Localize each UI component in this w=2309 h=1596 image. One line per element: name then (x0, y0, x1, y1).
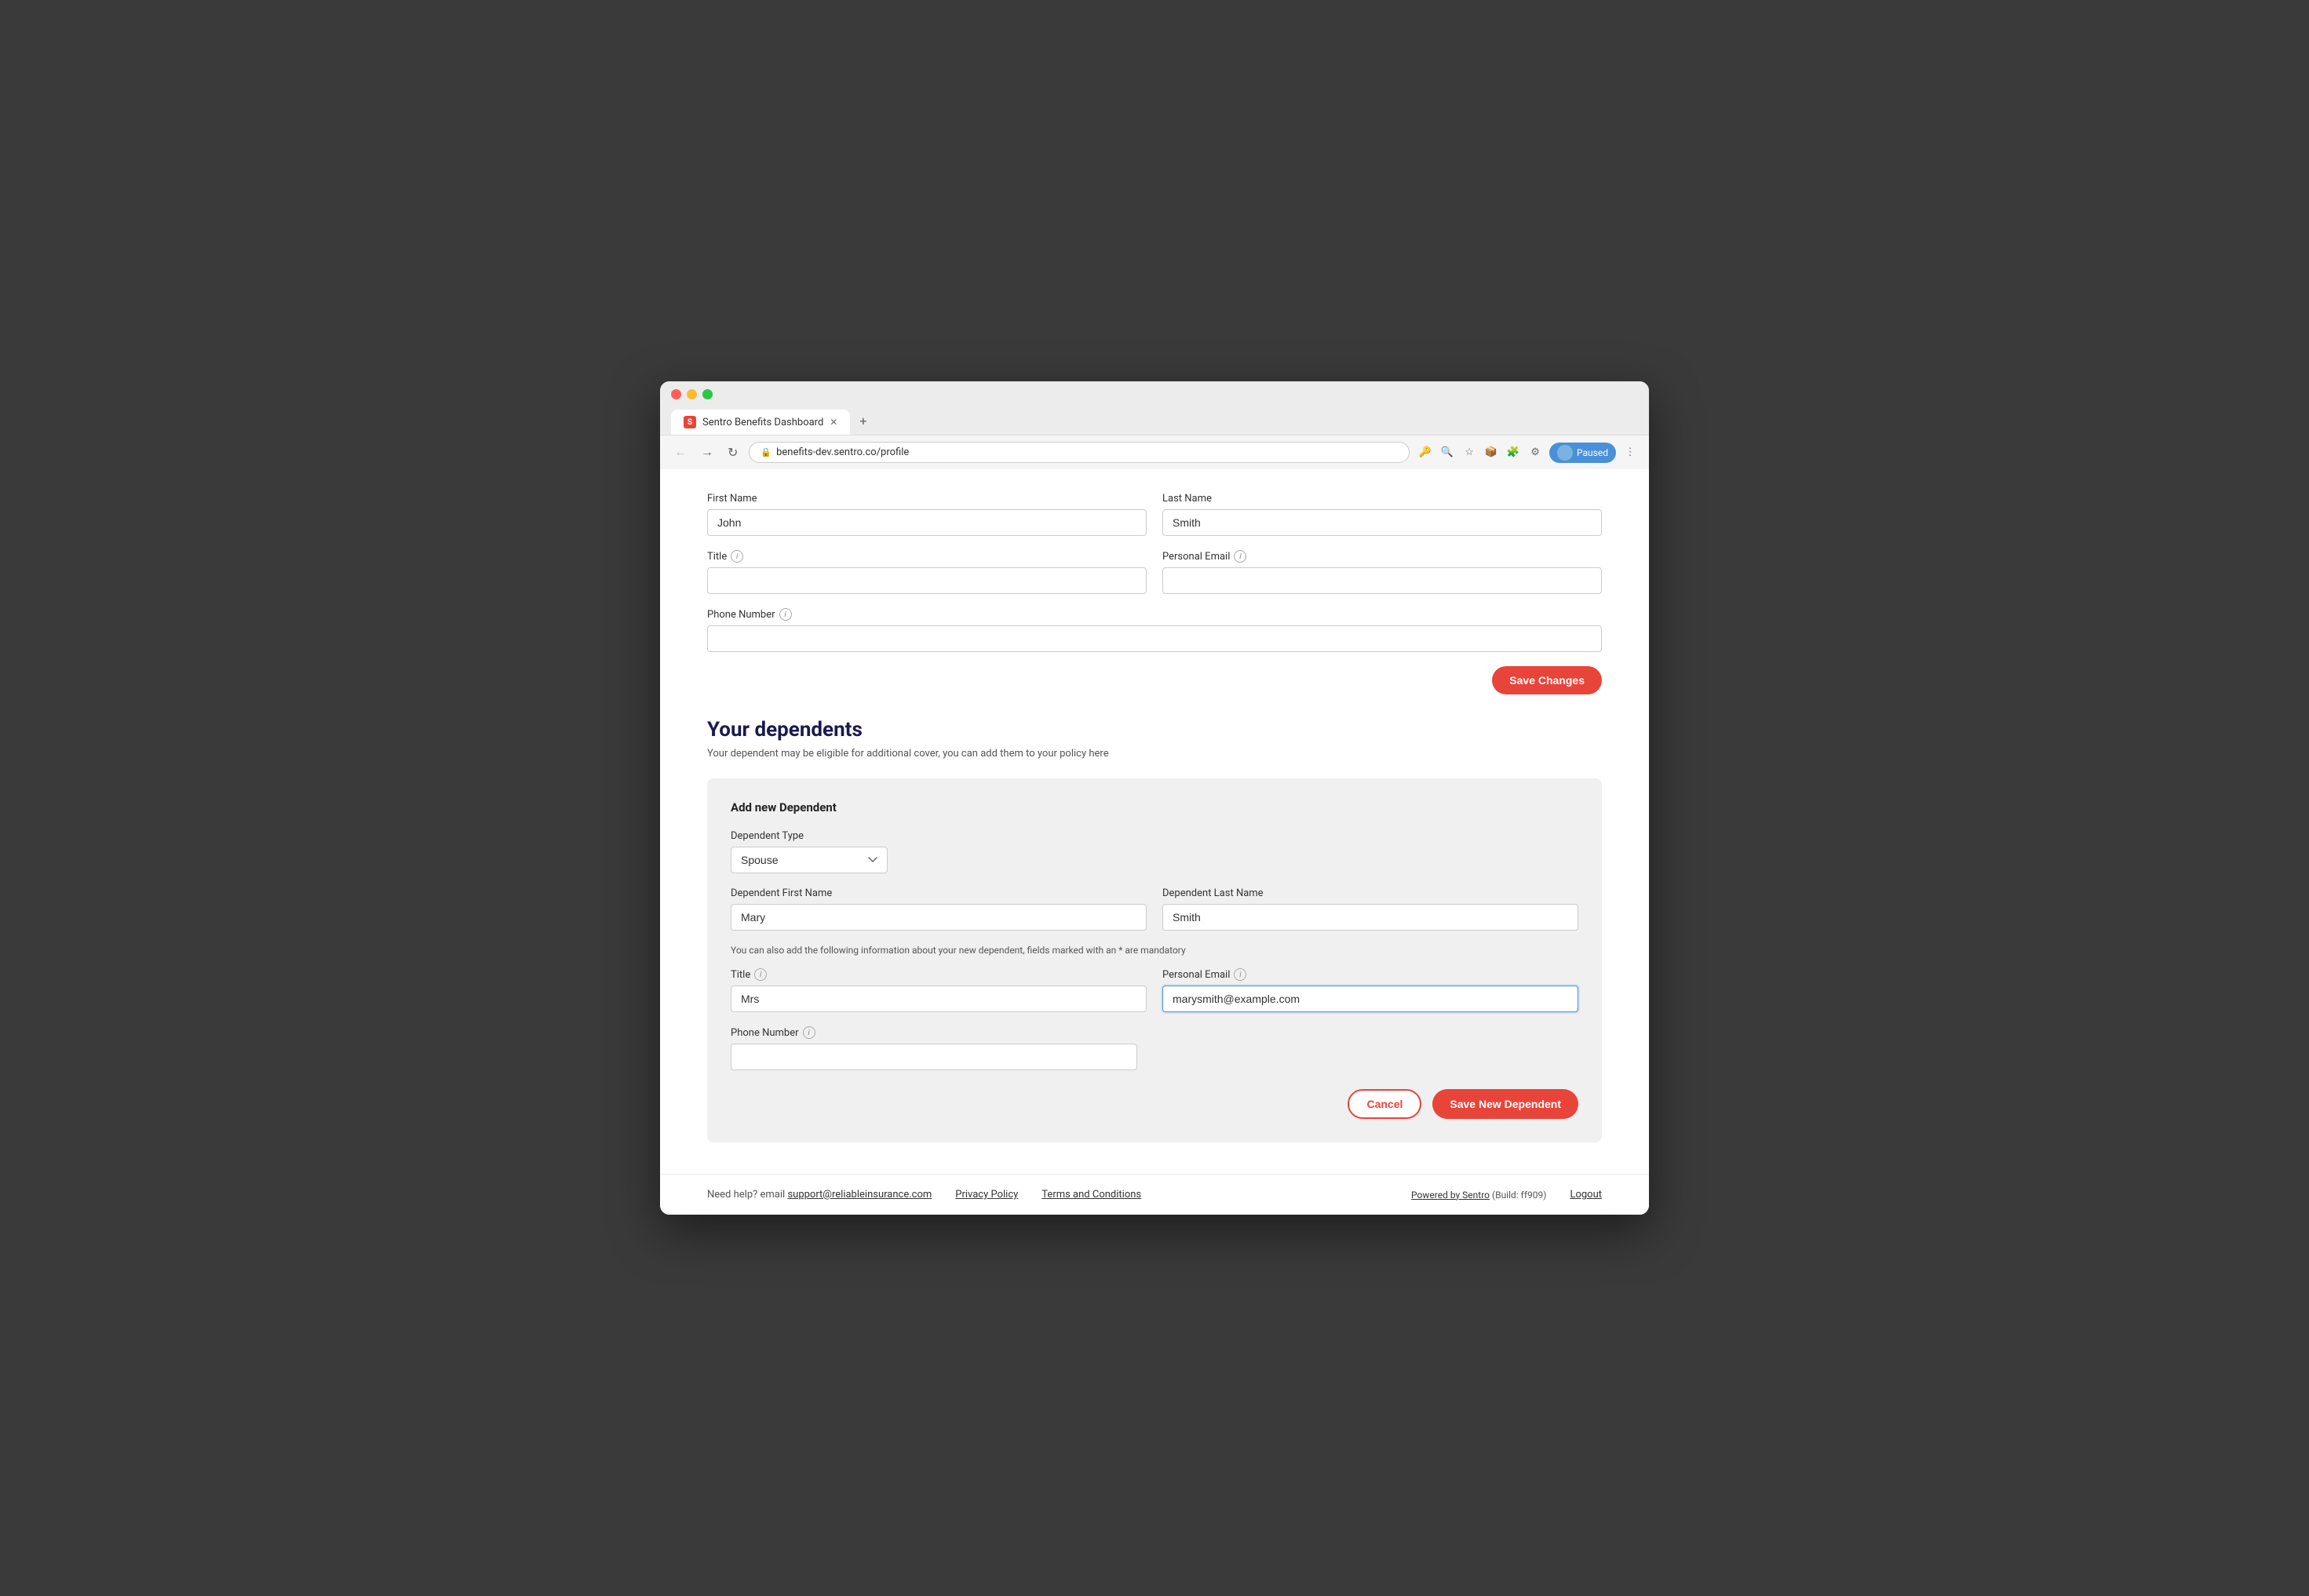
url-text: benefits-dev.sentro.co/profile (776, 446, 909, 458)
save-dependent-button[interactable]: Save New Dependent (1432, 1089, 1578, 1119)
browser-toolbar: ← → ↻ 🔒 benefits-dev.sentro.co/profile 🔑… (660, 435, 1649, 469)
phone-row: Phone Number i (707, 608, 1602, 652)
extension-icon[interactable]: 📦 (1483, 445, 1499, 461)
page-content: First Name Last Name Title i (660, 469, 1649, 1174)
dep-first-name-label: Dependent First Name (731, 887, 1147, 899)
zoom-icon[interactable]: 🔍 (1439, 445, 1455, 461)
traffic-lights (671, 389, 1638, 399)
optional-note: You can also add the following informati… (731, 945, 1578, 956)
title-info-icon: i (731, 550, 743, 563)
footer-email-link[interactable]: support@reliableinsurance.com (787, 1189, 932, 1201)
first-name-group: First Name (707, 493, 1147, 536)
footer-help: Need help? email support@reliableinsuran… (707, 1189, 932, 1201)
dependent-type-row: Dependent Type Spouse Child Partner Othe… (731, 830, 1578, 873)
card-title: Add new Dependent (731, 800, 1578, 814)
browser-tabs: S Sentro Benefits Dashboard ✕ + (671, 407, 1638, 435)
key-icon[interactable]: 🔑 (1417, 445, 1433, 461)
back-button[interactable]: ← (671, 444, 690, 461)
avatar (1557, 445, 1573, 461)
dep-last-name-input[interactable] (1162, 904, 1578, 931)
dependent-type-label: Dependent Type (731, 830, 888, 842)
extensions-icon[interactable]: ⚙ (1527, 445, 1543, 461)
card-actions: Cancel Save New Dependent (731, 1089, 1578, 1119)
title-label: Title i (707, 550, 1147, 563)
dep-phone-group: Phone Number i (731, 1026, 1137, 1070)
dep-title-info-icon: i (754, 968, 767, 981)
forward-button[interactable]: → (698, 444, 717, 461)
dep-phone-row: Phone Number i (731, 1026, 1578, 1070)
privacy-policy-link[interactable]: Privacy Policy (955, 1189, 1018, 1201)
phone-group: Phone Number i (707, 608, 1602, 652)
phone-label: Phone Number i (707, 608, 1602, 621)
powered-by: Powered by Sentro (Build: ff909) (1411, 1190, 1546, 1201)
dep-title-group: Title i (731, 968, 1147, 1012)
dep-last-name-group: Dependent Last Name (1162, 887, 1578, 931)
logout-link[interactable]: Logout (1570, 1189, 1602, 1201)
title-email-row: Title i Personal Email i (707, 550, 1602, 594)
personal-email-input[interactable] (1162, 567, 1602, 594)
maximize-button[interactable] (702, 389, 713, 399)
dep-title-email-row: Title i Personal Email i (731, 968, 1578, 1012)
close-button[interactable] (671, 389, 681, 399)
personal-email-group: Personal Email i (1162, 550, 1602, 594)
first-name-input[interactable] (707, 509, 1147, 536)
dependent-type-select[interactable]: Spouse Child Partner Other (731, 847, 888, 873)
first-name-label: First Name (707, 493, 1147, 505)
profile-label: Paused (1577, 447, 1608, 458)
page-footer: Need help? email support@reliableinsuran… (660, 1174, 1649, 1215)
dep-first-name-group: Dependent First Name (731, 887, 1147, 931)
lock-icon: 🔒 (761, 447, 771, 457)
profile-form-section: First Name Last Name Title i (707, 493, 1602, 694)
dependent-card: Add new Dependent Dependent Type Spouse … (707, 778, 1602, 1142)
dep-title-input[interactable] (731, 986, 1147, 1012)
last-name-group: Last Name (1162, 493, 1602, 536)
dep-email-info-icon: i (1234, 968, 1246, 981)
section-subtitle: Your dependent may be eligible for addit… (707, 748, 1602, 760)
tab-title: Sentro Benefits Dashboard (702, 417, 823, 428)
tab-close-icon[interactable]: ✕ (830, 417, 837, 428)
last-name-input[interactable] (1162, 509, 1602, 536)
dependents-section: Your dependents Your dependent may be el… (707, 718, 1602, 1142)
new-tab-button[interactable]: + (852, 407, 874, 435)
dependent-type-group: Dependent Type Spouse Child Partner Othe… (731, 830, 888, 873)
personal-email-label: Personal Email i (1162, 550, 1602, 563)
save-changes-button[interactable]: Save Changes (1492, 666, 1602, 694)
cancel-button[interactable]: Cancel (1348, 1089, 1421, 1119)
address-bar[interactable]: 🔒 benefits-dev.sentro.co/profile (749, 442, 1410, 463)
terms-link[interactable]: Terms and Conditions (1041, 1189, 1141, 1201)
last-name-label: Last Name (1162, 493, 1602, 505)
dep-phone-info-icon: i (803, 1026, 815, 1039)
dependent-name-row: Dependent First Name Dependent Last Name (731, 887, 1578, 931)
dep-phone-input[interactable] (731, 1044, 1137, 1070)
dep-title-label: Title i (731, 968, 1147, 981)
title-input[interactable] (707, 567, 1147, 594)
puzzle-icon[interactable]: 🧩 (1505, 445, 1521, 461)
profile-badge[interactable]: Paused (1549, 443, 1616, 463)
tab-favicon: S (684, 416, 696, 428)
minimize-button[interactable] (687, 389, 697, 399)
star-icon[interactable]: ☆ (1461, 445, 1477, 461)
title-group: Title i (707, 550, 1147, 594)
refresh-button[interactable]: ↻ (724, 443, 741, 462)
section-title: Your dependents (707, 718, 1602, 742)
dep-email-input[interactable] (1162, 986, 1578, 1012)
toolbar-icons: 🔑 🔍 ☆ 📦 🧩 ⚙ Paused ⋮ (1417, 443, 1638, 463)
powered-link[interactable]: Powered by Sentro (1411, 1190, 1490, 1201)
phone-info-icon: i (779, 608, 792, 621)
email-info-icon: i (1234, 550, 1246, 563)
active-tab[interactable]: S Sentro Benefits Dashboard ✕ (671, 410, 850, 435)
dep-first-name-input[interactable] (731, 904, 1147, 931)
menu-icon[interactable]: ⋮ (1622, 445, 1638, 461)
dep-email-group: Personal Email i (1162, 968, 1578, 1012)
browser-chrome: S Sentro Benefits Dashboard ✕ + (660, 381, 1649, 435)
dep-phone-label: Phone Number i (731, 1026, 1137, 1039)
dep-last-name-label: Dependent Last Name (1162, 887, 1578, 899)
phone-input[interactable] (707, 625, 1602, 652)
dep-email-label: Personal Email i (1162, 968, 1578, 981)
browser-window: S Sentro Benefits Dashboard ✕ + ← → ↻ 🔒 … (660, 381, 1649, 1215)
name-row: First Name Last Name (707, 493, 1602, 536)
